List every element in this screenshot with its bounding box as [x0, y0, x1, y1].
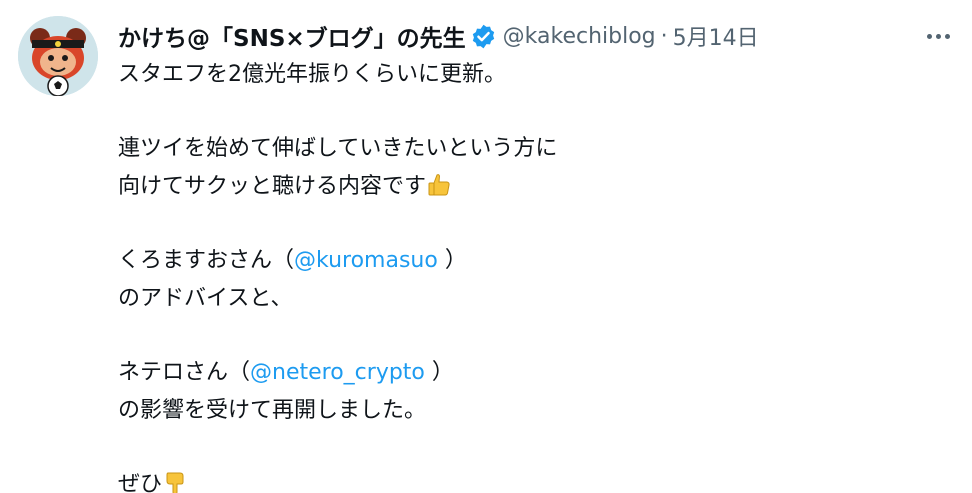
tweet-header: かけち@「SNS×ブログ」の先生 @kakechiblog · 5月14日	[118, 19, 759, 53]
display-name[interactable]: かけち@「SNS×ブログ」の先生	[118, 19, 466, 53]
user-handle[interactable]: @kakechiblog	[503, 24, 656, 49]
tweet-card: かけち@「SNS×ブログ」の先生 @kakechiblog · 5月14日 スタ…	[0, 0, 972, 493]
more-options-button[interactable]	[922, 22, 954, 50]
tweet-line-text: 向けてサクッと聴ける内容です	[118, 174, 427, 199]
more-horizontal-icon	[926, 33, 932, 39]
tweet-line-text: ）	[424, 360, 454, 385]
tweet-text: スタエフを2億光年振りくらいに更新。 連ツイを始めて伸ばしていきたいという方に …	[118, 56, 918, 493]
avatar[interactable]	[18, 16, 98, 96]
tweet-line-text: ぜひ	[118, 472, 163, 493]
tweet-line-text: くろますおさん（	[118, 248, 295, 273]
tweet-line: ぜひ	[118, 466, 918, 493]
tweet-line: スタエフを2億光年振りくらいに更新。	[118, 62, 506, 87]
tweet-line: のアドバイスと、	[118, 286, 293, 311]
tweet-line-text: ネテロさん（	[118, 360, 251, 385]
verified-badge-icon	[470, 23, 497, 50]
thumbs-up-icon	[426, 172, 452, 198]
pointing-down-icon	[162, 470, 188, 493]
tweet-date[interactable]: 5月14日	[673, 20, 759, 52]
avatar-mascot-icon	[18, 16, 98, 96]
tweet-line: 連ツイを始めて伸ばしていきたいという方に	[118, 136, 558, 161]
tweet-line: ネテロさん（@netero_crypto ）	[118, 354, 918, 392]
mention-link-kuromasuo[interactable]: @kuromasuo	[294, 248, 438, 273]
mention-link-netero-crypto[interactable]: @netero_crypto	[250, 360, 425, 385]
separator-dot: ·	[660, 23, 668, 49]
tweet-line: 向けてサクッと聴ける内容です	[118, 168, 918, 206]
tweet-line-text: ）	[437, 248, 467, 273]
tweet-line: の影響を受けて再開しました。	[118, 398, 427, 423]
tweet-line: くろますおさん（@kuromasuo ）	[118, 242, 918, 280]
